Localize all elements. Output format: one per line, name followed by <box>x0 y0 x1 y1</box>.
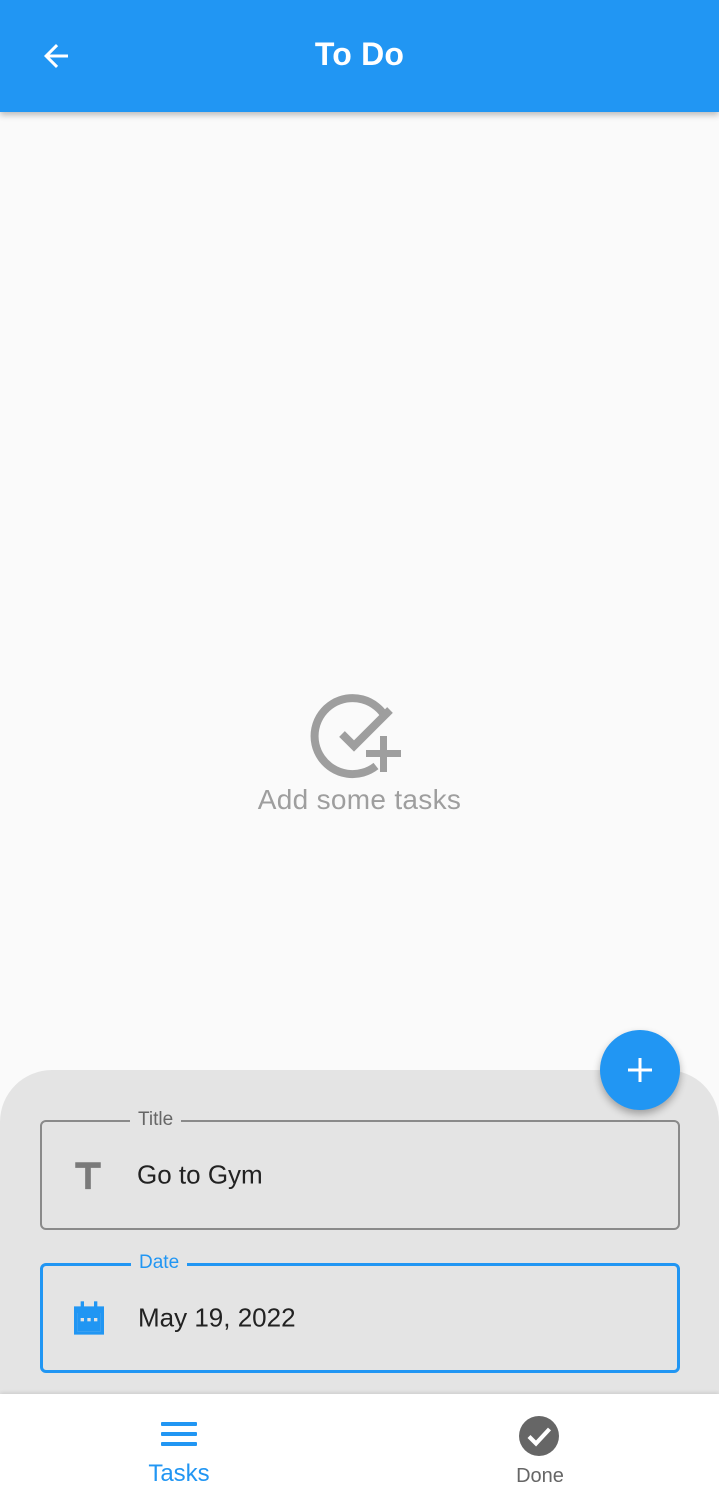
nav-item-done[interactable]: Done <box>360 1394 719 1505</box>
plus-icon <box>628 1058 652 1082</box>
title-field-value: Go to Gym <box>137 1159 263 1190</box>
menu-list-icon <box>161 1422 197 1446</box>
add-task-button[interactable] <box>600 1030 680 1110</box>
title-field-label: Title <box>130 1109 182 1131</box>
bottom-navigation: Tasks Done <box>0 1394 719 1505</box>
text-t-icon <box>68 1155 108 1195</box>
nav-item-tasks[interactable]: Tasks <box>0 1394 360 1505</box>
page-title: To Do <box>314 36 405 72</box>
check-circle-icon <box>519 1416 559 1456</box>
check-circle-add-icon <box>310 694 401 779</box>
empty-state: Add some tasks <box>0 688 719 816</box>
date-field[interactable]: Date May 19, 2022 <box>40 1252 680 1373</box>
calendar-icon <box>69 1298 109 1338</box>
nav-label-tasks: Tasks <box>148 1460 210 1487</box>
title-field[interactable]: Title Go to Gym <box>40 1109 680 1230</box>
nav-label-done: Done <box>516 1465 564 1487</box>
app-bar: To Do <box>0 0 719 112</box>
date-field-label: Date <box>131 1252 188 1274</box>
add-task-sheet: Title Go to Gym Date May 19, 2022 <box>0 1070 719 1410</box>
date-field-value: May 19, 2022 <box>138 1302 296 1333</box>
empty-state-text: Add some tasks <box>257 784 462 815</box>
